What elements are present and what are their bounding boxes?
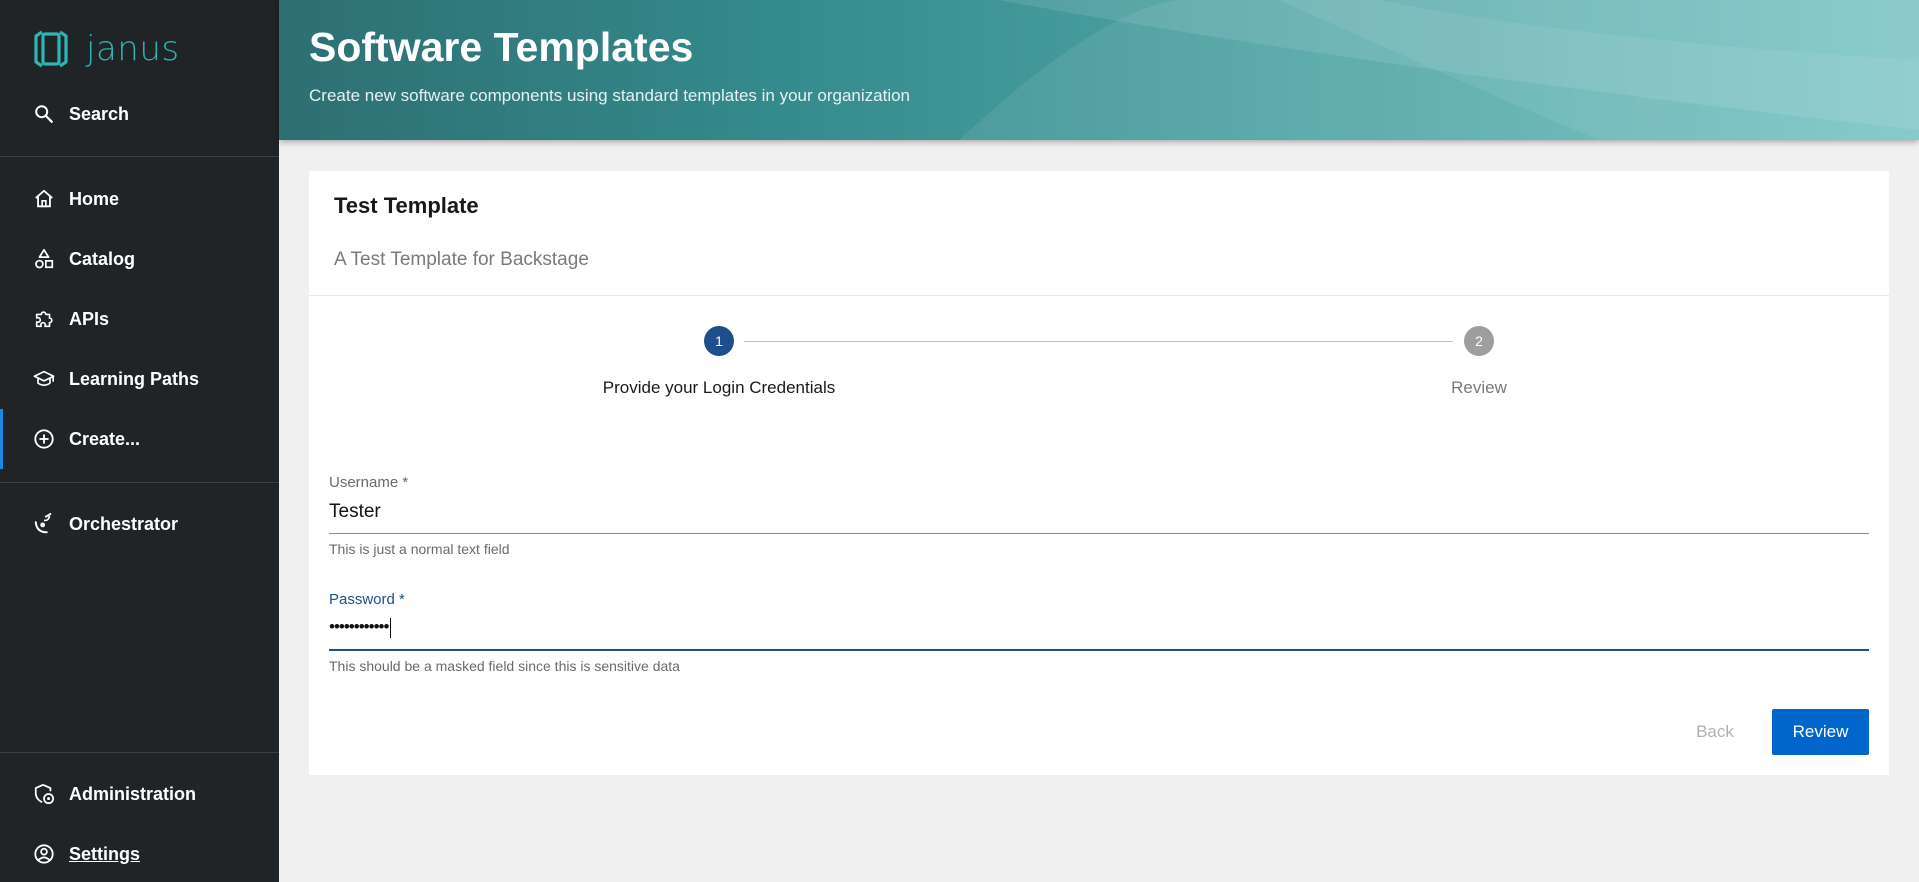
page-title: Software Templates bbox=[309, 24, 694, 70]
sidebar-item-label: Settings bbox=[69, 843, 141, 864]
step-2-circle: 2 bbox=[1464, 326, 1494, 356]
janus-logo[interactable]: janus bbox=[28, 26, 180, 72]
username-label: Username * bbox=[329, 474, 409, 491]
template-description: A Test Template for Backstage bbox=[334, 249, 589, 270]
password-underline bbox=[329, 649, 1869, 651]
text-cursor bbox=[390, 617, 392, 638]
sidebar-item-learning-paths[interactable]: Learning Paths bbox=[0, 349, 279, 409]
password-label: Password * bbox=[329, 591, 405, 608]
back-button[interactable]: Back bbox=[1684, 709, 1746, 755]
school-icon bbox=[33, 368, 55, 390]
username-underline bbox=[329, 533, 1869, 534]
step-connector bbox=[744, 341, 1453, 342]
sidebar-item-home[interactable]: Home bbox=[0, 169, 279, 229]
sidebar-item-label: Administration bbox=[69, 783, 197, 804]
sidebar-item-label: Learning Paths bbox=[69, 368, 200, 389]
sidebar-item-apis[interactable]: APIs bbox=[0, 289, 279, 349]
sidebar-item-orchestrator[interactable]: Orchestrator bbox=[0, 494, 279, 554]
template-title: Test Template bbox=[334, 193, 479, 218]
step-2-label: Review bbox=[1451, 378, 1507, 397]
account-circle-icon bbox=[33, 843, 55, 865]
page-subtitle: Create new software components using sta… bbox=[309, 86, 911, 105]
catalog-icon bbox=[33, 248, 55, 270]
review-button[interactable]: Review bbox=[1772, 709, 1869, 755]
step-1-circle: 1 bbox=[704, 326, 734, 356]
sidebar-item-label: Search bbox=[69, 103, 130, 124]
add-circle-icon bbox=[33, 428, 55, 450]
password-input[interactable]: •••••••••••• bbox=[329, 617, 392, 638]
sidebar-item-label: Catalog bbox=[69, 248, 136, 269]
orchestrator-icon bbox=[33, 513, 55, 535]
sidebar-divider bbox=[0, 156, 279, 157]
sidebar-item-administration[interactable]: Administration bbox=[0, 764, 279, 824]
sidebar-item-label: Orchestrator bbox=[69, 513, 179, 534]
search-icon bbox=[33, 103, 55, 125]
username-helper-text: This is just a normal text field bbox=[329, 541, 510, 557]
janus-logo-icon bbox=[34, 30, 68, 68]
sidebar-divider bbox=[0, 752, 279, 753]
sidebar-item-search[interactable]: Search bbox=[0, 84, 279, 144]
step-1-label: Provide your Login Credentials bbox=[602, 378, 836, 397]
card-divider bbox=[309, 295, 1889, 296]
sidebar: janus Search Home Catalog APIs Learning … bbox=[0, 0, 279, 882]
password-helper-text: This should be a masked field since this… bbox=[329, 658, 680, 674]
sidebar-item-settings[interactable]: Settings bbox=[0, 824, 279, 882]
admin-icon bbox=[33, 783, 55, 805]
sidebar-item-catalog[interactable]: Catalog bbox=[0, 229, 279, 289]
sidebar-item-label: Home bbox=[69, 188, 120, 209]
sidebar-item-create[interactable]: Create... bbox=[0, 409, 279, 469]
home-icon bbox=[33, 188, 55, 210]
username-input[interactable]: Tester bbox=[329, 501, 381, 523]
sidebar-divider bbox=[0, 482, 279, 483]
page-header: Software Templates Create new software c… bbox=[279, 0, 1919, 140]
logo-text: janus bbox=[86, 29, 180, 69]
puzzle-icon bbox=[33, 308, 55, 330]
template-form-card: Test Template A Test Template for Backst… bbox=[309, 171, 1889, 775]
sidebar-item-label: Create... bbox=[69, 428, 141, 449]
sidebar-item-label: APIs bbox=[69, 308, 110, 329]
